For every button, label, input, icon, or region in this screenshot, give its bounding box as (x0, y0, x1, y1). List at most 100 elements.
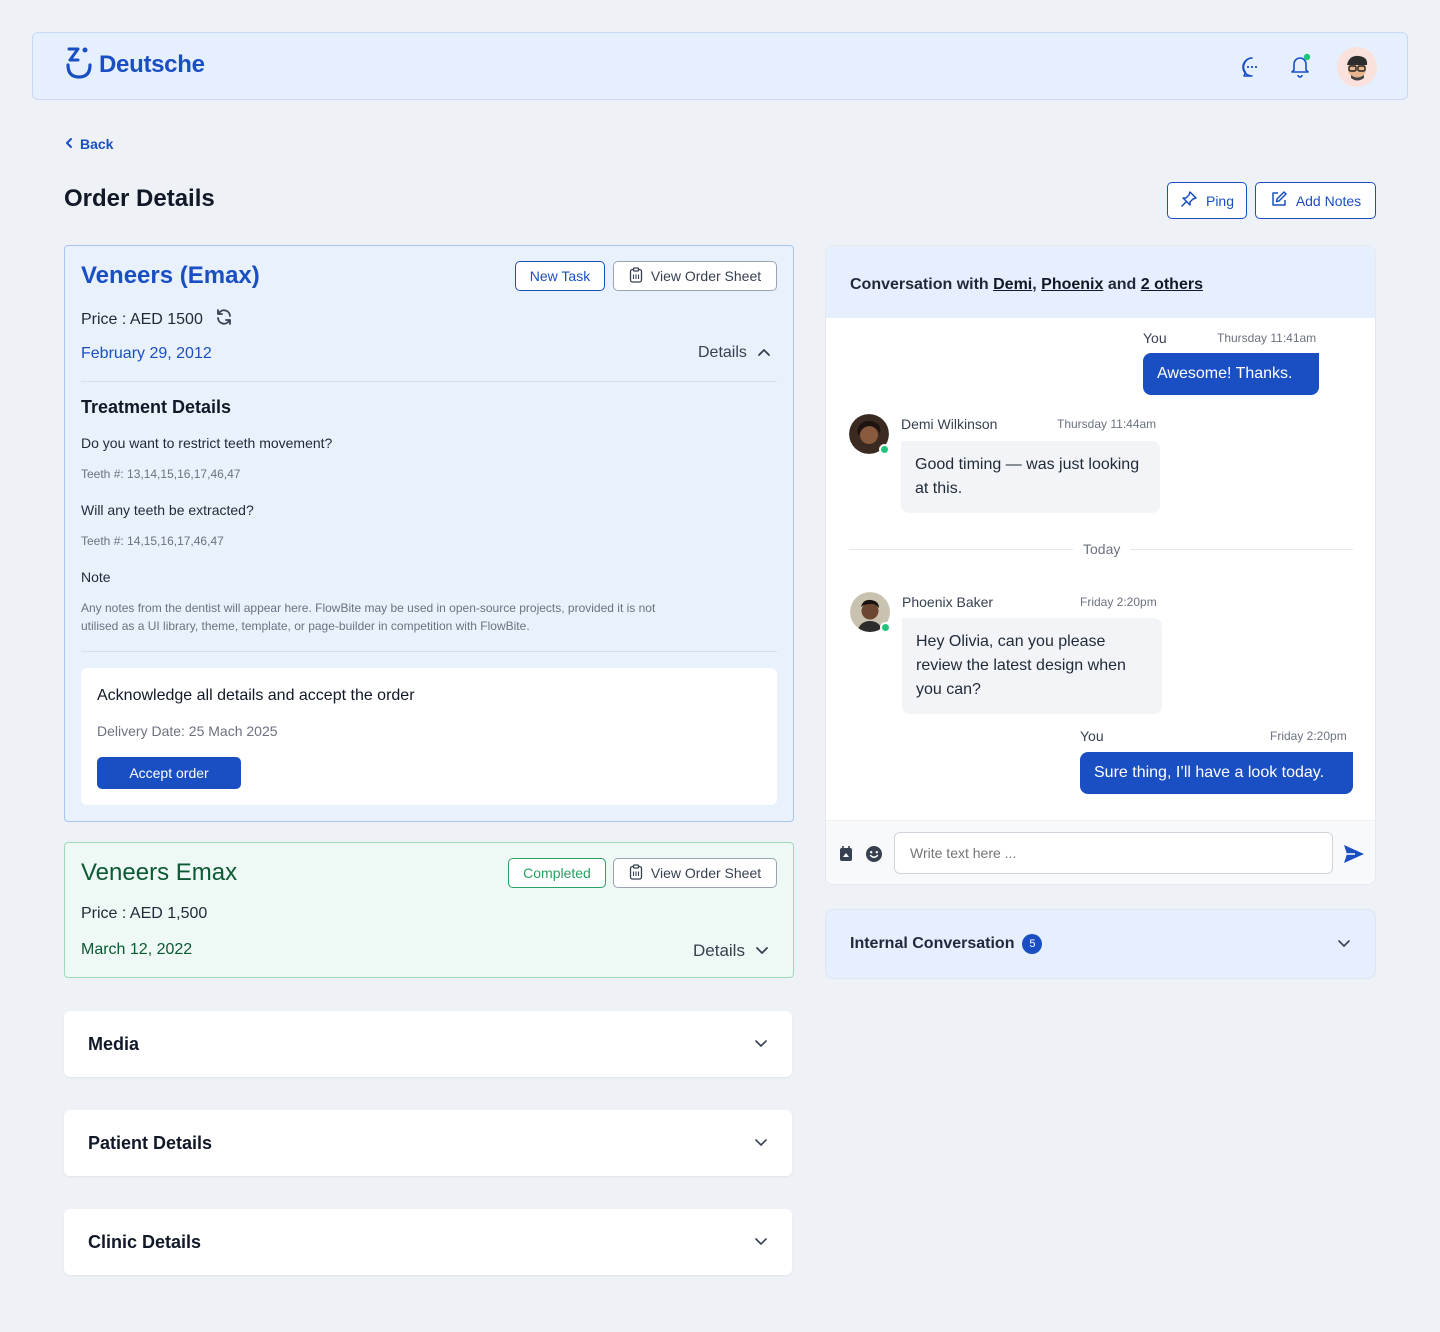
message-bubble: Good timing — was just looking at this. (901, 441, 1160, 513)
emoji-icon[interactable] (865, 845, 883, 868)
message-author: You (1080, 728, 1104, 744)
note-label: Note (81, 569, 111, 585)
ping-label: Ping (1205, 192, 1235, 209)
message-time: Friday 2:20pm (1270, 729, 1347, 743)
message-bubble: Awesome! Thanks. (1143, 353, 1319, 395)
note-body: Any notes from the dentist will appear h… (81, 601, 656, 633)
message-input[interactable] (894, 832, 1333, 874)
patient-details-heading: Patient Details (88, 1132, 213, 1153)
message-author: Demi Wilkinson (901, 416, 998, 432)
order-card-active: Veneers (Emax) New Task View Order Sheet… (64, 245, 794, 822)
bell-icon[interactable] (1287, 53, 1313, 79)
message-time: Thursday 11:44am (1057, 417, 1157, 431)
patient-details-accordion[interactable]: Patient Details (64, 1110, 792, 1176)
order-title: Veneers Emax (81, 859, 238, 886)
refresh-icon[interactable] (215, 308, 233, 331)
price-text: Price : AED 1500 (81, 310, 203, 328)
top-bar: Deutsche (32, 32, 1408, 100)
brand-logo[interactable]: Deutsche (65, 45, 205, 79)
unread-count-badge: 5 (1022, 934, 1043, 954)
participant-link-phoenix[interactable]: Phoenix (1041, 276, 1103, 293)
chevron-down-icon (754, 1134, 768, 1152)
edit-icon (1270, 190, 1288, 211)
new-task-button[interactable]: New Task (515, 261, 605, 291)
order-date: February 29, 2012 (81, 345, 212, 362)
delivery-date: Delivery Date: 25 Mach 2025 (97, 723, 278, 739)
ping-button[interactable]: Ping (1167, 182, 1247, 219)
acknowledge-title: Acknowledge all details and accept the o… (97, 687, 415, 704)
conversation-title: Conversation with Demi, Phoenix and 2 ot… (850, 276, 1203, 294)
new-task-label: New Task (529, 268, 591, 284)
divider (81, 651, 777, 652)
message-time: Friday 2:20pm (1080, 595, 1157, 609)
conversation-header: Conversation with Demi, Phoenix and 2 ot… (826, 246, 1375, 318)
details-label: Details (698, 344, 747, 361)
details-toggle[interactable]: Details (698, 344, 771, 362)
add-notes-button[interactable]: Add Notes (1255, 182, 1376, 219)
message-author: Phoenix Baker (902, 594, 994, 610)
order-title: Veneers (Emax) (81, 262, 260, 289)
chevron-down-icon (755, 942, 769, 960)
separator: , (1032, 276, 1042, 293)
conjunction: and (1103, 276, 1141, 293)
clinic-details-accordion[interactable]: Clinic Details (64, 1209, 792, 1275)
teeth-numbers: Teeth #: 13,14,15,16,17,46,47 (81, 467, 241, 481)
internal-conversation-accordion[interactable]: Internal Conversation 5 (825, 909, 1376, 979)
treatment-details-heading: Treatment Details (81, 397, 232, 417)
details-toggle[interactable]: Details (693, 941, 769, 961)
order-card-completed: Veneers Emax Completed View Order Sheet … (64, 842, 794, 978)
order-date: March 12, 2022 (81, 941, 193, 958)
media-heading: Media (88, 1033, 140, 1054)
view-order-sheet-button[interactable]: View Order Sheet (613, 858, 777, 888)
avatar (849, 414, 890, 455)
view-order-sheet-label: View Order Sheet (650, 268, 762, 284)
order-price: Price : AED 1500 (81, 308, 233, 331)
participants-others-link[interactable]: 2 others (1141, 276, 1203, 293)
conversation-prefix: Conversation with (850, 276, 994, 293)
message-time: Thursday 11:41am (1217, 331, 1317, 345)
view-order-sheet-label: View Order Sheet (650, 865, 762, 881)
online-status (880, 622, 891, 633)
conversation-panel: Conversation with Demi, Phoenix and 2 ot… (825, 245, 1376, 885)
chevron-left-icon (64, 136, 74, 152)
accept-order-button[interactable]: Accept order (97, 757, 241, 789)
view-order-sheet-button[interactable]: View Order Sheet (613, 261, 777, 291)
online-status (879, 444, 890, 455)
user-avatar[interactable] (1337, 47, 1377, 87)
message-bubble: Hey Olivia, can you please review the la… (902, 618, 1162, 714)
date-divider-label: Today (1073, 541, 1131, 557)
attachment-icon[interactable] (838, 845, 854, 868)
participant-link-demi[interactable]: Demi (993, 276, 1032, 293)
teeth-numbers: Teeth #: 14,15,16,17,46,47 (81, 534, 224, 548)
page-title: Order Details (64, 185, 215, 212)
internal-conversation-heading: Internal Conversation 5 (850, 934, 1043, 954)
chat-icon[interactable] (1239, 54, 1265, 80)
question-teeth-movement: Do you want to restrict teeth movement? (81, 435, 333, 451)
clipboard-icon (629, 863, 643, 883)
chevron-up-icon (757, 344, 771, 362)
message-bubble: Sure thing, I’ll have a look today. (1080, 752, 1353, 794)
clipboard-icon (629, 266, 643, 286)
avatar (850, 592, 891, 633)
send-icon[interactable] (1343, 844, 1365, 869)
chevron-down-icon (754, 1035, 768, 1053)
message-composer (826, 820, 1375, 884)
question-extraction: Will any teeth be extracted? (81, 502, 254, 518)
details-label: Details (693, 941, 745, 960)
internal-conversation-label: Internal Conversation (850, 935, 1015, 952)
divider (81, 381, 777, 382)
acknowledge-box: Acknowledge all details and accept the o… (81, 668, 777, 805)
chevron-down-icon (754, 1233, 768, 1251)
pin-icon (1180, 190, 1198, 211)
chevron-down-icon (1337, 935, 1351, 953)
message-author: You (1143, 330, 1167, 346)
brand-name: Deutsche (99, 51, 205, 78)
logo-icon (65, 45, 93, 79)
back-link[interactable]: Back (64, 136, 113, 152)
order-price: Price : AED 1,500 (81, 905, 208, 922)
add-notes-label: Add Notes (1295, 192, 1362, 209)
clinic-details-heading: Clinic Details (88, 1231, 202, 1252)
media-accordion[interactable]: Media (64, 1011, 792, 1077)
status-badge: Completed (508, 858, 606, 888)
back-label: Back (80, 136, 114, 152)
